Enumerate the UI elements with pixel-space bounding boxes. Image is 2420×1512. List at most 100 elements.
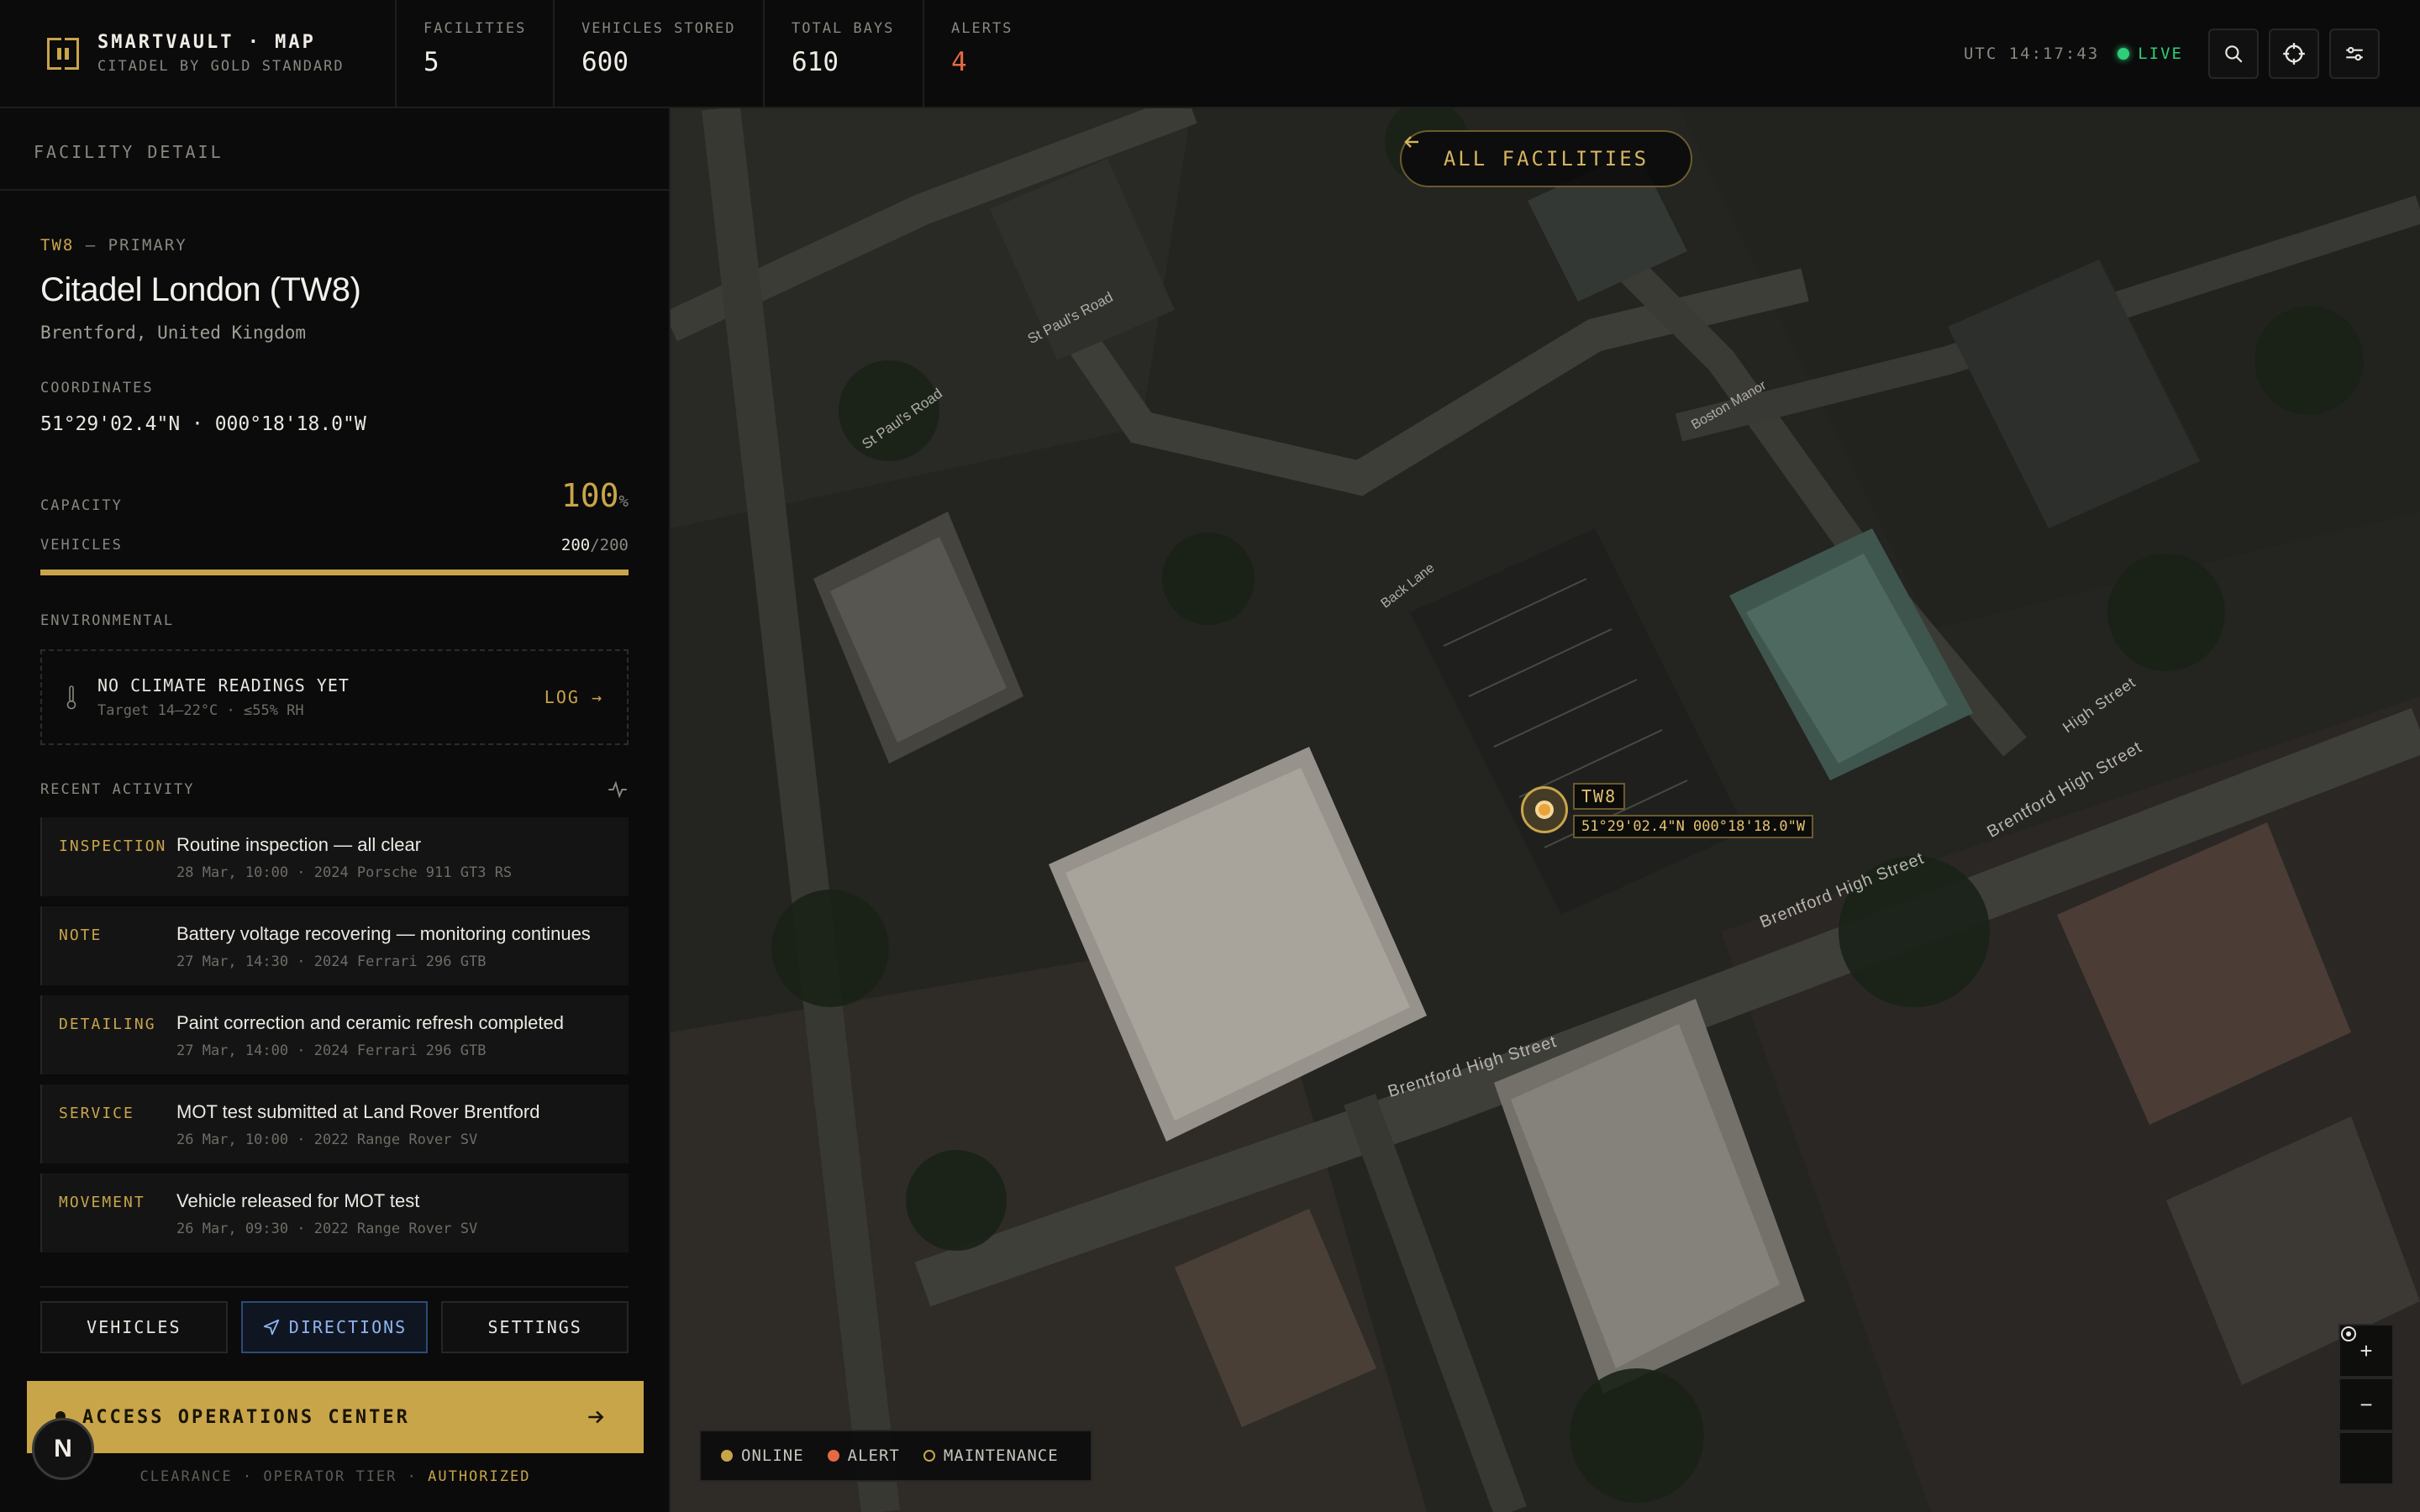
marker-pin-icon <box>1521 786 1568 833</box>
stat-alerts: ALERTS 4 <box>923 0 1057 107</box>
stat-label: VEHICLES STORED <box>581 20 736 37</box>
activity-type: INSPECTION <box>59 837 167 855</box>
arrow-right-icon <box>588 1410 604 1424</box>
live-dot-icon <box>2118 47 2130 60</box>
thermometer-icon <box>66 685 76 710</box>
capacity-unit: % <box>618 492 629 511</box>
activity-title: Paint correction and ceramic refresh com… <box>176 1012 564 1033</box>
stat-label: TOTAL BAYS <box>792 20 895 37</box>
activity-meta: 27 Mar, 14:00 · 2024 Ferrari 296 GTB <box>176 1042 487 1059</box>
zoom-out-button[interactable]: − <box>2338 1378 2394 1431</box>
environmental-title: NO CLIMATE READINGS YET <box>97 675 350 696</box>
legend-maintenance: MAINTENANCE <box>923 1446 1059 1465</box>
online-dot-icon <box>721 1450 733 1462</box>
activity-item[interactable]: SERVICE MOT test submitted at Land Rover… <box>40 1084 629 1163</box>
tab-vehicles[interactable]: VEHICLES <box>40 1301 228 1353</box>
legend-online: ONLINE <box>721 1446 804 1465</box>
activity-title: Routine inspection — all clear <box>176 834 422 855</box>
activity-item[interactable]: DETAILING Paint correction and ceramic r… <box>40 995 629 1074</box>
legend-alert: ALERT <box>827 1446 900 1465</box>
all-facilities-label: ALL FACILITIES <box>1443 147 1649 171</box>
facility-code-line: TW8 — PRIMARY <box>40 236 629 255</box>
vehicles-total: /200 <box>590 536 629 554</box>
tab-settings[interactable]: SETTINGS <box>441 1301 629 1353</box>
activity-title: Vehicle released for MOT test <box>176 1190 420 1211</box>
vehicles-label: VEHICLES <box>40 537 123 554</box>
facility-marker-tw8[interactable]: TW8 51°29'02.4"N 000°18'18.0"W <box>1521 783 1814 838</box>
activity-meta: 26 Mar, 09:30 · 2022 Range Rover SV <box>176 1221 478 1237</box>
access-operations-center-button[interactable]: ACCESS OPERATIONS CENTER <box>27 1381 644 1453</box>
stat-facilities: FACILITIES 5 <box>395 0 553 107</box>
brand-title: SMARTVAULT · MAP <box>97 32 316 53</box>
ops-button-label: ACCESS OPERATIONS CENTER <box>82 1406 410 1428</box>
locate-button[interactable] <box>2269 28 2319 79</box>
activity-type: MOVEMENT <box>59 1194 145 1211</box>
live-label: LIVE <box>2138 44 2183 63</box>
stat-vehicles-stored: VEHICLES STORED 600 <box>553 0 763 107</box>
facility-code: TW8 <box>40 236 75 255</box>
facility-tier: — PRIMARY <box>85 236 187 255</box>
log-climate-button[interactable]: LOG → <box>544 687 603 707</box>
activity-item[interactable]: MOVEMENT Vehicle released for MOT test 26… <box>40 1173 629 1252</box>
search-icon <box>2225 45 2243 63</box>
marker-code-label: TW8 <box>1573 783 1626 810</box>
map-legend: ONLINE ALERT MAINTENANCE <box>699 1430 1092 1482</box>
activity-item[interactable]: NOTE Battery voltage recovering — monito… <box>40 906 629 985</box>
activity-type: NOTE <box>59 927 103 944</box>
vehicles-row: VEHICLES 200/200 <box>40 536 629 554</box>
live-indicator: LIVE <box>2118 45 2183 63</box>
activity-meta: 27 Mar, 14:30 · 2024 Ferrari 296 GTB <box>176 953 487 970</box>
alert-dot-icon <box>827 1450 839 1462</box>
activity-title: MOT test submitted at Land Rover Brentfo… <box>176 1101 540 1122</box>
activity-meta: 26 Mar, 10:00 · 2022 Range Rover SV <box>176 1131 478 1148</box>
recent-activity-label: RECENT ACTIVITY <box>40 781 195 798</box>
tab-directions-label: DIRECTIONS <box>288 1317 408 1337</box>
activity-list: INSPECTION Routine inspection — all clea… <box>40 817 629 1252</box>
recenter-button[interactable] <box>2338 1326 2394 1485</box>
stat-value: 4 <box>951 47 967 77</box>
plus-icon: + <box>2360 1337 2373 1363</box>
stat-value: 610 <box>792 47 839 77</box>
facility-location: Brentford, United Kingdom <box>40 323 307 343</box>
coordinates-value: 51°29'02.4"N · 000°18'18.0"W <box>40 413 366 435</box>
panel-header: FACILITY DETAIL <box>0 108 669 191</box>
legend-maintenance-label: MAINTENANCE <box>943 1446 1059 1465</box>
environmental-box: NO CLIMATE READINGS YET Target 14–22°C ·… <box>40 649 629 745</box>
satellite-map[interactable]: Brentford High Street Brentford High Str… <box>671 108 2420 1512</box>
facility-detail-panel: FACILITY DETAIL TW8 — PRIMARY Citadel Lo… <box>0 108 671 1512</box>
maintenance-dot-icon <box>923 1450 935 1462</box>
utc-clock: UTC 14:17:43 <box>1963 44 2100 63</box>
tab-directions[interactable]: DIRECTIONS <box>240 1301 429 1353</box>
marker-coordinates-label: 51°29'02.4"N 000°18'18.0"W <box>1573 815 1814 838</box>
legend-alert-label: ALERT <box>847 1446 900 1465</box>
avatar[interactable]: N <box>32 1418 94 1480</box>
activity-title: Battery voltage recovering — monitoring … <box>176 923 591 944</box>
capacity-value: 100% <box>561 477 629 514</box>
top-bar: SMARTVAULT · MAP CITADEL BY GOLD STANDAR… <box>0 0 2420 108</box>
stat-value: 5 <box>424 47 439 77</box>
activity-pulse-icon[interactable] <box>607 779 629 801</box>
activity-meta: 28 Mar, 10:00 · 2024 Porsche 911 GT3 RS <box>176 864 513 881</box>
navigation-arrow-icon <box>263 1319 279 1336</box>
capacity-bar-fill <box>40 570 629 575</box>
zoom-controls: + − <box>2338 1324 2394 1485</box>
logo-icon <box>47 37 79 70</box>
all-facilities-button[interactable]: ALL FACILITIES <box>1400 130 1692 187</box>
stat-value: 600 <box>581 47 629 77</box>
vehicles-count: 200 <box>560 536 591 554</box>
brand-subtitle: CITADEL BY GOLD STANDARD <box>97 58 345 75</box>
clearance-status: AUTHORIZED <box>428 1468 531 1485</box>
panel-tabs: VEHICLES DIRECTIONS SETTINGS <box>40 1286 629 1353</box>
legend-online-label: ONLINE <box>741 1446 804 1465</box>
facility-name: Citadel London (TW8) <box>40 271 361 308</box>
minus-icon: − <box>2360 1391 2373 1417</box>
brand: SMARTVAULT · MAP CITADEL BY GOLD STANDAR… <box>0 0 395 107</box>
activity-item[interactable]: INSPECTION Routine inspection — all clea… <box>40 817 629 896</box>
stat-total-bays: TOTAL BAYS 610 <box>763 0 923 107</box>
activity-type: DETAILING <box>59 1016 156 1033</box>
arrow-left-icon <box>1404 136 1418 148</box>
search-button[interactable] <box>2208 28 2259 79</box>
stat-label: ALERTS <box>951 20 1013 37</box>
filter-button[interactable] <box>2329 28 2380 79</box>
capacity-label: CAPACITY <box>40 497 123 514</box>
